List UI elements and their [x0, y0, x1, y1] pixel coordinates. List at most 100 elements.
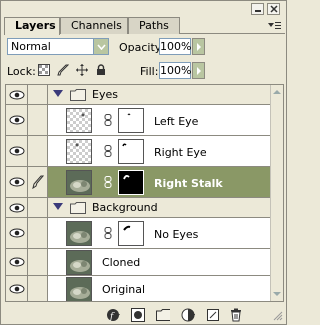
tab-layers[interactable]: Layers	[4, 17, 60, 35]
chain-icon[interactable]	[104, 145, 112, 157]
layer-name: Background	[92, 201, 158, 214]
fill-field[interactable]: 100%	[159, 62, 191, 79]
eye-icon	[9, 177, 24, 187]
visibility-toggle[interactable]	[6, 136, 28, 166]
eye-icon	[9, 284, 24, 294]
tab-channels[interactable]: Channels	[60, 17, 128, 34]
chevron-down-icon	[93, 39, 108, 54]
link-cell[interactable]	[28, 249, 48, 275]
link-cell[interactable]	[28, 218, 48, 248]
tab-paths[interactable]: Paths	[128, 17, 180, 34]
opacity-field[interactable]: 100%	[159, 38, 191, 55]
eye-icon	[9, 146, 24, 156]
lock-fill-row: Lock: Fill: 100%	[1, 60, 286, 82]
blend-opacity-row: Normal Opacity: 100%	[1, 36, 286, 58]
layers-toolbar: f	[1, 306, 286, 324]
eye-icon	[9, 90, 24, 99]
link-cell[interactable]	[28, 198, 48, 217]
triangle-right-icon	[196, 42, 201, 51]
transparency-icon	[38, 64, 50, 76]
layer-row[interactable]: Right Eye	[6, 136, 271, 167]
layer-name: Left Eye	[154, 115, 199, 128]
layers-palette: Layers Channels Paths Normal Opacity: 10…	[0, 0, 287, 325]
trash-icon	[231, 308, 241, 322]
layer-mask-thumbnail[interactable]	[118, 170, 144, 195]
minimize-button[interactable]	[251, 3, 264, 15]
layer-mask-thumbnail[interactable]	[118, 139, 144, 164]
triangle-right-icon	[196, 66, 201, 75]
chain-icon[interactable]	[104, 176, 112, 188]
layer-name: Right Stalk	[154, 177, 223, 190]
brush-icon	[31, 175, 44, 189]
snail-thumbnail	[66, 221, 92, 246]
layer-row[interactable]: Original	[6, 276, 271, 301]
layer-row-selected[interactable]: Right Stalk	[6, 167, 271, 198]
folder-icon	[70, 202, 86, 214]
eye-icon	[9, 203, 24, 212]
visibility-toggle[interactable]	[6, 218, 28, 248]
chain-icon[interactable]	[104, 227, 112, 239]
layer-mask-thumbnail[interactable]	[118, 108, 144, 133]
lock-position-toggle[interactable]	[76, 64, 88, 76]
layer-row[interactable]: Cloned	[6, 249, 271, 276]
layer-name: Cloned	[102, 256, 141, 269]
delete-layer-button[interactable]	[229, 308, 243, 322]
link-cell[interactable]	[28, 276, 48, 301]
resize-grip[interactable]	[273, 311, 283, 321]
palette-titlebar	[1, 1, 286, 17]
move-icon	[76, 64, 88, 76]
new-layer-button[interactable]	[206, 308, 220, 322]
adjustment-layer-button[interactable]	[181, 308, 195, 322]
palette-tabs: Layers Channels Paths	[4, 17, 285, 35]
eye-icon	[9, 115, 24, 125]
layer-row[interactable]: No Eyes	[6, 218, 271, 249]
fill-slider-button[interactable]	[192, 62, 205, 79]
scroll-down-icon[interactable]	[271, 290, 283, 298]
link-cell[interactable]	[28, 136, 48, 166]
visibility-toggle[interactable]	[6, 167, 28, 197]
expand-triangle-icon[interactable]	[53, 203, 63, 211]
visibility-toggle[interactable]	[6, 249, 28, 275]
layer-group-row[interactable]: Background	[6, 198, 271, 218]
close-button[interactable]	[267, 3, 280, 15]
opacity-label: Opacity:	[119, 41, 165, 54]
link-cell[interactable]	[28, 167, 48, 197]
lock-all-toggle[interactable]	[95, 64, 107, 76]
close-icon	[269, 5, 278, 13]
visibility-toggle[interactable]	[6, 198, 28, 217]
lock-transparency-toggle[interactable]	[38, 64, 50, 76]
fill-label: Fill:	[140, 65, 159, 78]
snail-thumbnail	[66, 277, 92, 301]
layer-style-icon: f	[107, 309, 120, 322]
link-cell[interactable]	[28, 85, 48, 104]
visibility-toggle[interactable]	[6, 85, 28, 104]
palette-menu-button[interactable]	[266, 20, 282, 32]
transparent-layer-thumbnail	[66, 139, 92, 164]
layer-name: Eyes	[92, 88, 118, 101]
layers-list: Eyes Left Eye Right Eye Right Stalk Back…	[5, 84, 284, 302]
layer-style-button[interactable]: f	[106, 308, 120, 322]
layer-group-row[interactable]: Eyes	[6, 85, 271, 105]
expand-triangle-icon[interactable]	[53, 90, 63, 98]
opacity-slider-button[interactable]	[192, 38, 205, 55]
layer-name: No Eyes	[154, 228, 199, 241]
scroll-up-icon[interactable]	[271, 88, 283, 96]
layer-name: Right Eye	[154, 146, 207, 159]
brush-icon	[57, 64, 69, 76]
layer-row[interactable]: Left Eye	[6, 105, 271, 136]
lock-image-toggle[interactable]	[57, 64, 69, 76]
scrollbar[interactable]	[270, 85, 283, 301]
snail-thumbnail	[66, 250, 92, 275]
mask-icon	[131, 308, 145, 322]
add-mask-button[interactable]	[131, 308, 145, 322]
visibility-toggle[interactable]	[6, 276, 28, 301]
resize-grip-icon	[273, 311, 283, 321]
layer-name: Original	[102, 283, 146, 296]
folder-icon	[70, 89, 86, 101]
visibility-toggle[interactable]	[6, 105, 28, 135]
link-cell[interactable]	[28, 105, 48, 135]
chain-icon[interactable]	[104, 114, 112, 126]
new-group-button[interactable]	[156, 308, 170, 322]
blend-mode-select[interactable]: Normal	[7, 38, 109, 55]
layer-mask-thumbnail[interactable]	[118, 221, 144, 246]
